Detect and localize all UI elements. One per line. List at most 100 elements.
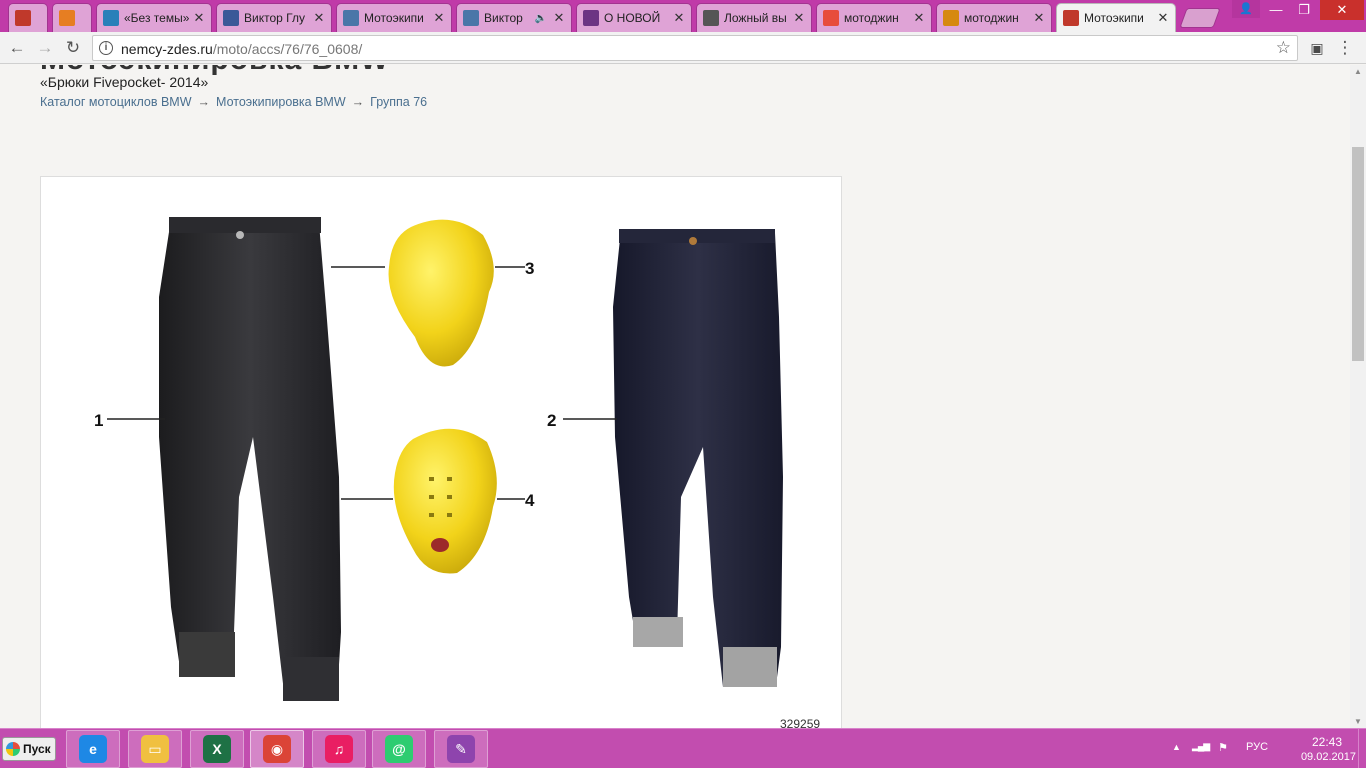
- tab-close-icon[interactable]: ✕: [793, 10, 805, 26]
- bookmark-star-icon[interactable]: ☆: [1276, 38, 1291, 58]
- browser-tab[interactable]: мотоджин ✕: [816, 3, 932, 32]
- breadcrumb-separator: →: [197, 95, 211, 109]
- browser-tab[interactable]: О НОВОЙ ✕: [576, 3, 692, 32]
- chrome-icon: ◉: [263, 735, 291, 763]
- facebook-icon: [223, 10, 239, 26]
- tab-title: Виктор Глу: [244, 11, 305, 25]
- jeans-item-1: [159, 217, 341, 701]
- browser-tab[interactable]: «Без темы» ✕: [96, 3, 212, 32]
- start-label: Пуск: [23, 742, 51, 756]
- scroll-down-arrow-icon[interactable]: ▼: [1354, 717, 1362, 726]
- tab-close-icon[interactable]: ✕: [553, 10, 565, 26]
- internet-explorer-icon: e: [79, 735, 107, 763]
- taskbar-app-file-explorer[interactable]: ▭: [128, 730, 182, 768]
- browser-toolbar: ← → ↻ i nemcy-zdes.ru/moto/accs/76/76_06…: [0, 32, 1366, 64]
- page-scrollbar[interactable]: ▲ ▼: [1350, 65, 1366, 728]
- tab-title: О НОВОЙ: [604, 11, 661, 25]
- breadcrumb-link-group[interactable]: Группа 76: [370, 95, 427, 109]
- browser-tab[interactable]: Виктор Глу ✕: [216, 3, 332, 32]
- taskbar-app-paint[interactable]: ✎: [434, 730, 488, 768]
- browser-tab[interactable]: Ложный вы ✕: [696, 3, 812, 32]
- action-center-flag-icon[interactable]: ⚑: [1218, 741, 1228, 754]
- browser-tab[interactable]: Мотоэкипи ✕: [336, 3, 452, 32]
- part-label-2: 2: [547, 411, 556, 430]
- tab-title: Мотоэкипи: [364, 11, 424, 25]
- page-subtitle: «Брюки Fivepocket- 2014»: [40, 74, 209, 90]
- system-tray: ▲ ▂▄▆ ⚑ РУС 22:43 09.02.2017: [1166, 729, 1366, 768]
- person-icon: [583, 10, 599, 26]
- vk-icon: [463, 10, 479, 26]
- parts-diagram: 1 2 3 4 329259: [40, 176, 842, 728]
- extension-icon[interactable]: ▣: [1306, 37, 1328, 59]
- bag-icon: [703, 10, 719, 26]
- tab-close-icon[interactable]: ✕: [433, 10, 445, 26]
- tab-title: «Без темы»: [124, 11, 189, 25]
- network-signal-icon[interactable]: ▂▄▆: [1192, 741, 1210, 752]
- parts-illustration: 1 2 3 4: [94, 217, 783, 701]
- start-button[interactable]: Пуск: [2, 737, 56, 761]
- user-profile-icon[interactable]: 👤: [1232, 0, 1260, 18]
- itunes-icon: ♫: [325, 735, 353, 763]
- url-path: /moto/accs/76/76_0608/: [212, 41, 363, 57]
- tab-close-icon[interactable]: ✕: [1033, 10, 1045, 26]
- back-button[interactable]: ←: [6, 37, 28, 59]
- tab-audio-icon[interactable]: 🔈: [535, 13, 547, 24]
- maximize-button[interactable]: ❐: [1290, 0, 1318, 20]
- browser-tab[interactable]: мотоджин ✕: [936, 3, 1052, 32]
- site-info-icon[interactable]: i: [99, 41, 113, 55]
- windows-logo-icon: [6, 742, 20, 756]
- site-icon: [1063, 10, 1079, 26]
- browser-tab[interactable]: [52, 3, 92, 32]
- new-tab-button[interactable]: [1179, 8, 1221, 28]
- taskbar-app-excel[interactable]: X: [190, 730, 244, 768]
- breadcrumb-separator: →: [351, 95, 365, 109]
- reload-button[interactable]: ↻: [62, 37, 84, 59]
- scroll-up-arrow-icon[interactable]: ▲: [1354, 67, 1362, 76]
- chrome-menu-button[interactable]: ⋮: [1334, 37, 1356, 59]
- browser-tab[interactable]: [8, 3, 48, 32]
- part-label-1: 1: [94, 411, 103, 430]
- language-indicator[interactable]: РУС: [1246, 741, 1268, 753]
- url-text[interactable]: nemcy-zdes.ru/moto/accs/76/76_0608/: [121, 41, 362, 57]
- tray-expand-icon[interactable]: ▲: [1172, 742, 1181, 752]
- address-bar[interactable]: i nemcy-zdes.ru/moto/accs/76/76_0608/ ☆: [92, 35, 1298, 61]
- tab-title: мотоджин: [964, 11, 1019, 25]
- image-icon: [943, 10, 959, 26]
- tab-title: Мотоэкипи: [1084, 11, 1144, 25]
- taskbar-app-mail-agent[interactable]: @: [372, 730, 426, 768]
- tab-title: мотоджин: [844, 11, 899, 25]
- breadcrumb-link-equipment[interactable]: Мотоэкипировка BMW: [216, 95, 346, 109]
- breadcrumb: Каталог мотоциклов BMW → Мотоэкипировка …: [40, 95, 427, 109]
- taskbar-app-itunes[interactable]: ♫: [312, 730, 366, 768]
- show-desktop-button[interactable]: [1358, 729, 1366, 768]
- briefcase-icon: [15, 10, 31, 26]
- page-content: Мотоэкипировка BMW «Брюки Fivepocket- 20…: [0, 65, 1350, 728]
- mail-at-icon: [103, 10, 119, 26]
- url-host: nemcy-zdes.ru: [121, 41, 213, 57]
- basket-icon: [59, 10, 75, 26]
- taskbar-app-internet-explorer[interactable]: e: [66, 730, 120, 768]
- file-explorer-icon: ▭: [141, 735, 169, 763]
- clock-date[interactable]: 09.02.2017: [1301, 751, 1356, 763]
- taskbar-app-chrome[interactable]: ◉: [250, 730, 304, 768]
- jeans-item-2: [613, 229, 783, 687]
- knee-protector-4: [393, 428, 497, 574]
- hip-protector-3: [388, 219, 494, 367]
- tab-close-icon[interactable]: ✕: [1157, 10, 1169, 26]
- breadcrumb-link-catalog[interactable]: Каталог мотоциклов BMW: [40, 95, 192, 109]
- scrollbar-thumb[interactable]: [1352, 147, 1364, 361]
- close-window-button[interactable]: ✕: [1320, 0, 1364, 20]
- tab-close-icon[interactable]: ✕: [313, 10, 325, 26]
- tab-close-icon[interactable]: ✕: [913, 10, 925, 26]
- yandex-icon: [823, 10, 839, 26]
- minimize-button[interactable]: —: [1262, 0, 1290, 20]
- part-code: 329259: [780, 717, 821, 728]
- tab-close-icon[interactable]: ✕: [673, 10, 685, 26]
- browser-tab[interactable]: Виктор 🔈 ✕: [456, 3, 572, 32]
- taskbar: Пуск e ▭ X ◉ ♫ @ ✎ ▲ ▂▄▆ ⚑ РУС 22:43 09.02.201…: [0, 728, 1366, 768]
- tab-title: Ложный вы: [724, 11, 787, 25]
- browser-tab[interactable]: Мотоэкипи ✕: [1056, 3, 1176, 32]
- forward-button[interactable]: →: [34, 37, 56, 59]
- tab-close-icon[interactable]: ✕: [193, 10, 205, 26]
- clock-time[interactable]: 22:43: [1312, 735, 1342, 749]
